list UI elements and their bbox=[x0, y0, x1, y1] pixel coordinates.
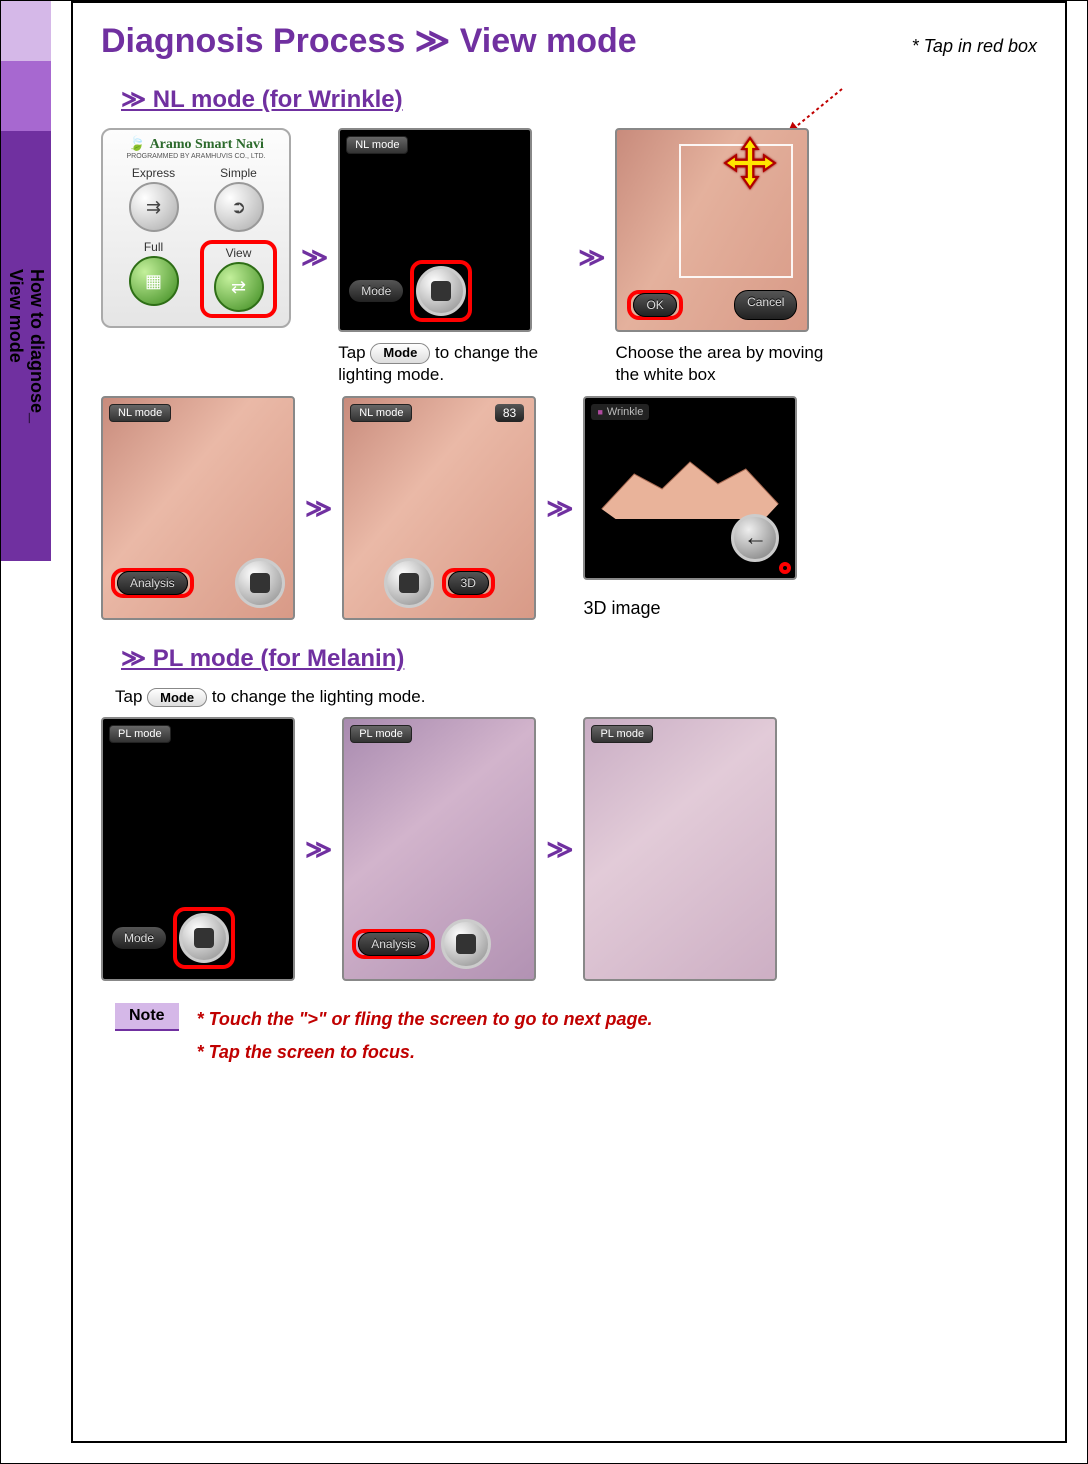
nl-row-2: NL mode Analysis ≫ NL mode 83 3D ≫ Wrink… bbox=[101, 396, 1037, 620]
chevron-icon: ≫ bbox=[305, 493, 332, 524]
app-subtitle: PROGRAMMED BY ARAMHUVIS CO., LTD. bbox=[127, 153, 266, 160]
shutter-button[interactable] bbox=[235, 558, 285, 608]
sidebar-tab-2 bbox=[1, 61, 51, 131]
three-d-button[interactable]: 3D bbox=[448, 571, 489, 595]
note-line-2: * Tap the screen to focus. bbox=[197, 1036, 653, 1068]
shutter-button[interactable] bbox=[179, 913, 229, 963]
note-badge: Note bbox=[115, 1003, 179, 1031]
sidebar-label-accent: View mode bbox=[5, 269, 26, 423]
full-icon: ▦ bbox=[129, 256, 179, 306]
pl-instruction: Tap Mode to change the lighting mode. bbox=[115, 687, 1037, 707]
chevron-icon: ≫ bbox=[546, 493, 573, 524]
screenshot-3d-view: Wrinkle ← bbox=[583, 396, 797, 580]
screenshot-3d-option: NL mode 83 3D bbox=[342, 396, 536, 620]
caption-tap-mode: Tap Mode to change the lighting mode. bbox=[338, 342, 568, 386]
menu-express[interactable]: Express ⇉ bbox=[115, 166, 192, 232]
sidebar-tab-active: How to diagnose_ View mode bbox=[1, 131, 51, 561]
document-page: How to diagnose_ View mode Diagnosis Pro… bbox=[0, 0, 1088, 1464]
screenshot-select-area: OK Cancel bbox=[615, 128, 809, 332]
caption-choose-area: Choose the area by moving the white box bbox=[615, 342, 845, 386]
screenshot-app-menu: Aramo Smart Navi PROGRAMMED BY ARAMHUVIS… bbox=[101, 128, 291, 328]
nl-badge: NL mode bbox=[109, 404, 171, 422]
nl-badge: NL mode bbox=[346, 136, 408, 154]
caption-3d: 3D image bbox=[583, 598, 660, 619]
screenshot-nl-blank: NL mode Mode bbox=[338, 128, 532, 332]
chevron-icon: ≫ bbox=[546, 834, 573, 865]
express-icon: ⇉ bbox=[129, 182, 179, 232]
shutter-button[interactable] bbox=[416, 266, 466, 316]
screenshot-pl-result: PL mode bbox=[583, 717, 777, 981]
mode-button[interactable]: Mode bbox=[111, 926, 167, 950]
pl-row: PL mode Mode ≫ PL mode Analysis ≫ PL mod… bbox=[101, 717, 1037, 981]
pl-badge: PL mode bbox=[350, 725, 412, 743]
app-brand: Aramo Smart Navi bbox=[150, 137, 264, 152]
back-button[interactable]: ← bbox=[731, 514, 779, 562]
wrinkle-surface-icon bbox=[597, 444, 783, 524]
analysis-button[interactable]: Analysis bbox=[117, 571, 188, 595]
shutter-button[interactable] bbox=[441, 919, 491, 969]
menu-simple[interactable]: Simple ➲ bbox=[200, 166, 277, 232]
nl-badge: NL mode bbox=[350, 404, 412, 422]
header-tip: * Tap in red box bbox=[912, 36, 1037, 57]
move-arrows-icon bbox=[723, 136, 777, 190]
page-title: Diagnosis Process ≫ View mode bbox=[101, 21, 637, 61]
shutter-button[interactable] bbox=[384, 558, 434, 608]
menu-view[interactable]: View ⇄ bbox=[200, 240, 277, 318]
screenshot-pl-blank: PL mode Mode bbox=[101, 717, 295, 981]
screenshot-analysis: NL mode Analysis bbox=[101, 396, 295, 620]
sidebar-tab-1 bbox=[1, 1, 51, 61]
chevron-icon: ≫ bbox=[305, 834, 332, 865]
wrinkle-tag: Wrinkle bbox=[591, 404, 649, 420]
pl-badge: PL mode bbox=[591, 725, 653, 743]
note-line-1: * Touch the ">" or fling the screen to g… bbox=[197, 1003, 653, 1035]
mode-pill-inline: Mode bbox=[370, 343, 430, 364]
section-heading-nl: ≫ NL mode (for Wrinkle) bbox=[121, 85, 1037, 114]
section-heading-pl: ≫ PL mode (for Melanin) bbox=[121, 644, 1037, 673]
mode-pill-inline: Mode bbox=[147, 688, 207, 707]
pl-badge: PL mode bbox=[109, 725, 171, 743]
cancel-button[interactable]: Cancel bbox=[734, 290, 797, 320]
chevron-icon: ≫ bbox=[578, 242, 605, 273]
note-row: Note * Touch the ">" or fling the screen… bbox=[115, 1003, 1037, 1068]
menu-full[interactable]: Full ▦ bbox=[115, 240, 192, 318]
analysis-button[interactable]: Analysis bbox=[358, 932, 429, 956]
content-area: Diagnosis Process ≫ View mode * Tap in r… bbox=[71, 1, 1067, 1443]
chevron-icon: ≫ bbox=[301, 242, 328, 273]
screenshot-pl-analysis: PL mode Analysis bbox=[342, 717, 536, 981]
ok-button[interactable]: OK bbox=[633, 293, 676, 317]
leaf-icon bbox=[128, 137, 149, 152]
view-icon: ⇄ bbox=[214, 262, 264, 312]
sidebar-label-prefix: How to diagnose_ bbox=[26, 269, 47, 423]
score-badge: 83 bbox=[495, 404, 524, 422]
nl-row-1: Aramo Smart Navi PROGRAMMED BY ARAMHUVIS… bbox=[101, 128, 1037, 386]
simple-icon: ➲ bbox=[214, 182, 264, 232]
mode-button[interactable]: Mode bbox=[348, 279, 404, 303]
sidebar: How to diagnose_ View mode bbox=[1, 1, 51, 601]
